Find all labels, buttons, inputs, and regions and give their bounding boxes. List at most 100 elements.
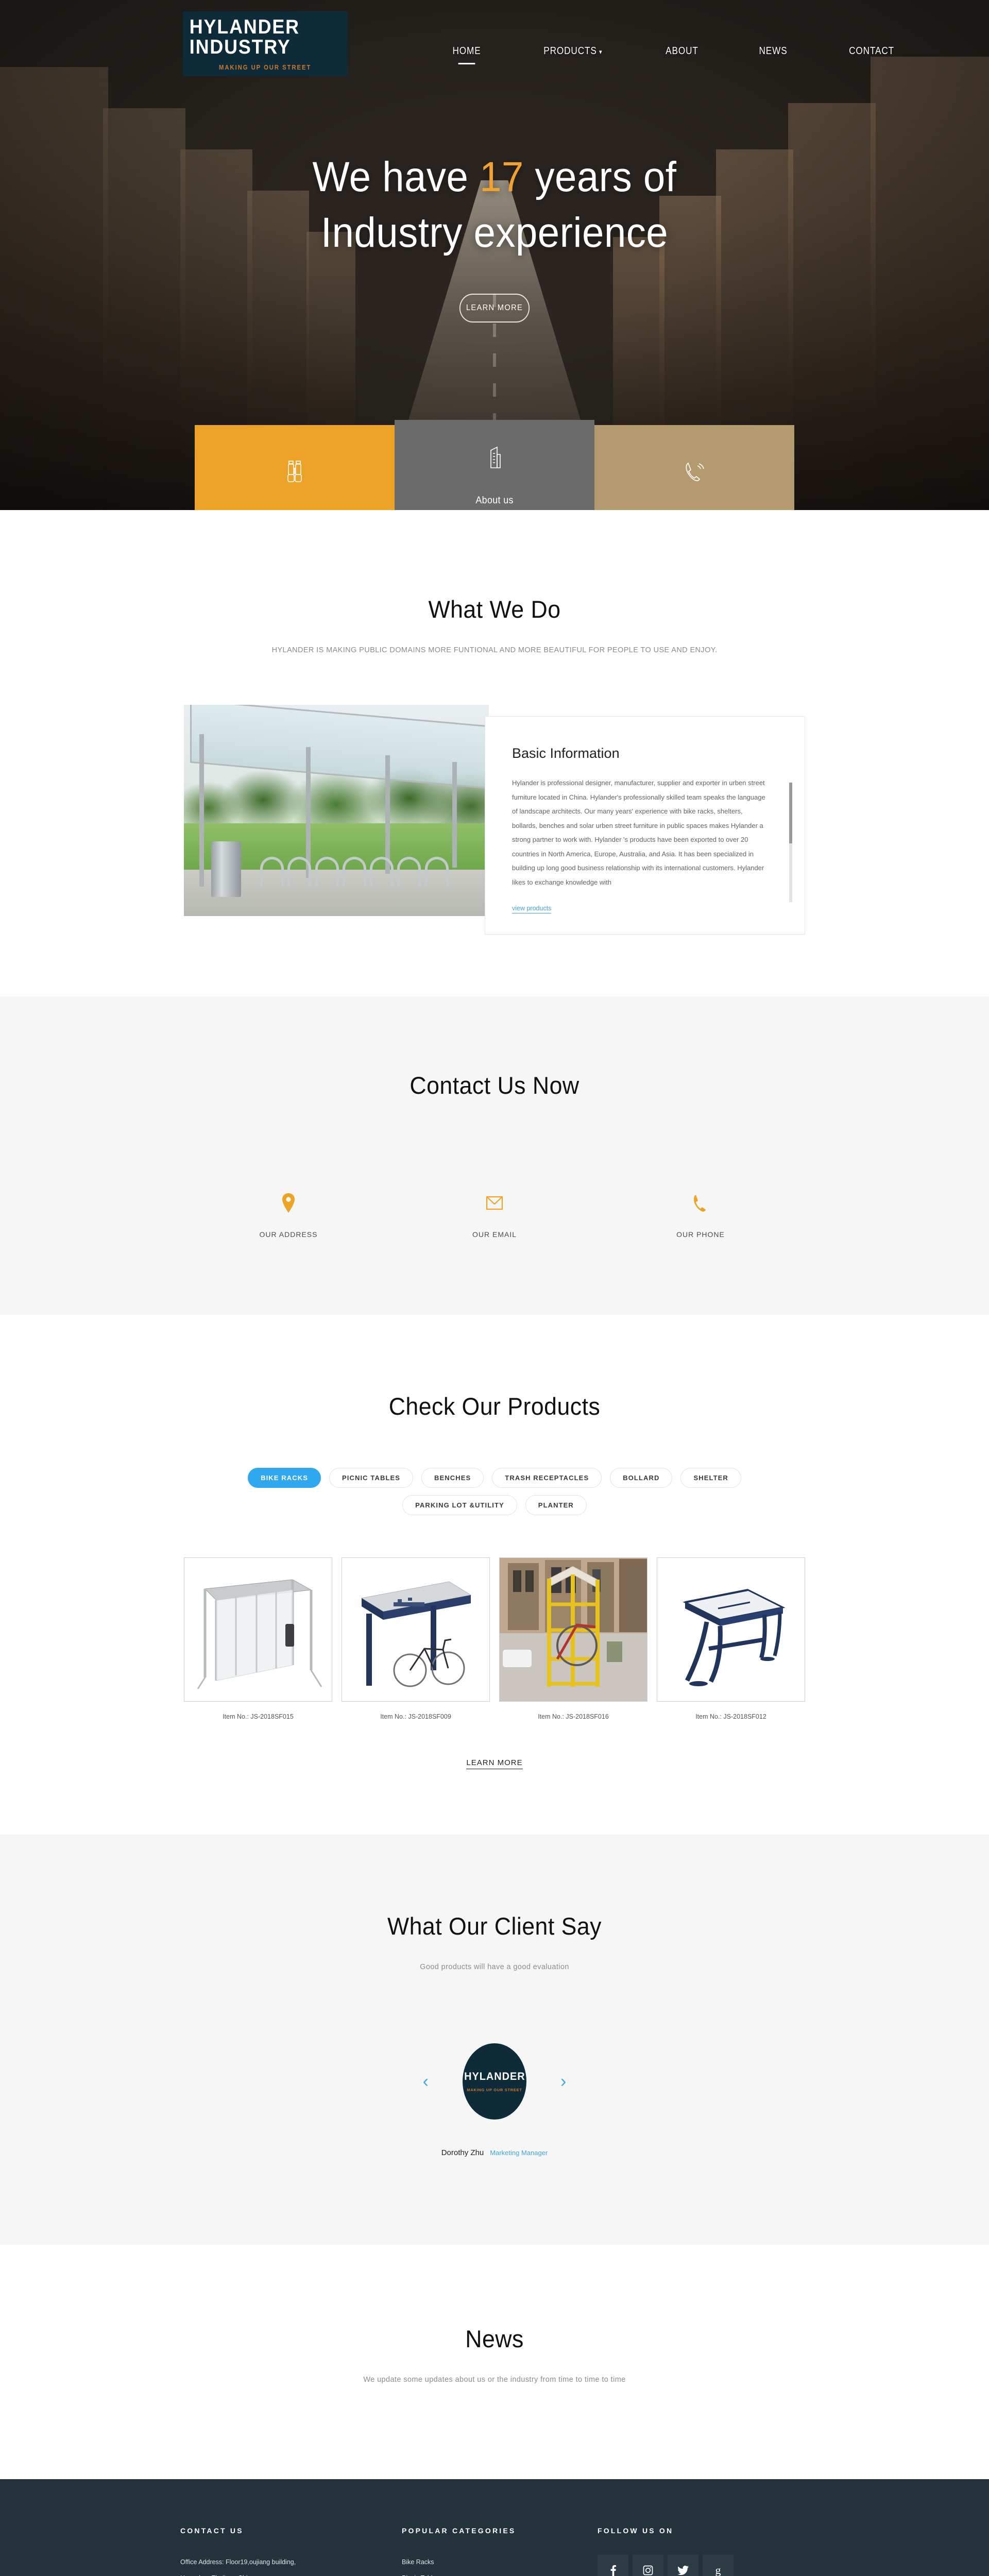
feature-card-title: About us [475,495,514,506]
product-category-tabs: BIKE RACKS PICNIC TABLES BENCHES TRASH R… [211,1468,778,1516]
section-title-contact-us-now: Contact Us Now [410,1072,579,1099]
basic-information-scrollbar[interactable] [789,783,792,902]
map-pin-icon [185,1192,391,1214]
product-card[interactable]: Item No.: JS-2018SF009 [342,1557,490,1720]
basic-information-title: Basic Information [512,745,620,761]
logo-tagline: MAKING UP OUR STREET [219,63,312,71]
hero-years-number: 17 [480,154,524,200]
logo-title: HYLANDER INDUSTRY [189,15,300,58]
what-we-do-section: What We Do HYLANDER IS MAKING PUBLIC DOM… [0,510,989,997]
site-logo[interactable]: HYLANDER INDUSTRY MAKING UP OUR STREET [183,11,348,76]
testimonial-carousel: ‹ HYLANDER MAKING UP OUR STREET › [0,2043,989,2120]
footer-social-column: FOLLOW US ON g ℘ [598,2527,809,2576]
contact-item-email[interactable]: OUR EMAIL [391,1192,598,1239]
nav-label-news: NEWS [759,45,788,57]
product-caption: Item No.: JS-2018SF009 [380,1713,451,1721]
basic-information-card: Basic Information Hylander is profession… [485,716,805,935]
tab-shelter[interactable]: SHELTER [680,1468,741,1488]
product-card[interactable]: Item No.: JS-2018SF016 [499,1557,647,1720]
what-we-do-content: Basic Information Hylander is profession… [182,705,808,935]
check-our-products-section: Check Our Products BIKE RACKS PICNIC TAB… [0,1315,989,1835]
tab-parking-lot-utility[interactable]: PARKING LOT &UTILITY [402,1495,517,1516]
product-card[interactable]: Item No.: JS-2018SF015 [184,1557,332,1720]
carousel-next-arrow[interactable]: › [560,2073,566,2090]
carousel-prev-arrow[interactable]: ‹ [423,2073,429,2090]
footer-address-line-2: Hangzhou,Zhejiang,China [180,2570,402,2576]
hero-section: HYLANDER INDUSTRY MAKING UP OUR STREET H… [0,0,989,510]
chevron-down-icon: ▾ [599,48,603,56]
hero-learn-more-button[interactable]: LEARN MORE [459,294,530,323]
footer-category-picnic-tables[interactable]: Picnic Tables [402,2570,598,2576]
section-subtitle-testimonial: Good products will have a good evaluatio… [420,1963,569,1972]
contact-item-phone[interactable]: OUR PHONE [598,1192,804,1239]
social-links: g ℘ [598,2554,752,2576]
feature-card-product-categories[interactable]: Product Categories → [195,425,395,510]
envelope-icon [391,1192,598,1214]
tab-bollard[interactable]: BOLLARD [610,1468,673,1488]
contact-item-address[interactable]: OUR ADDRESS [185,1192,391,1239]
homepage: HYLANDER INDUSTRY MAKING UP OUR STREET H… [0,0,989,2576]
view-products-link[interactable]: view products [512,905,552,914]
nav-item-about[interactable]: ABOUT [641,45,722,57]
section-title-news: News [465,2325,524,2353]
nav-label-contact: CONTACT [848,45,894,57]
footer-contact-column: CONTACT US Office Address: Floor19,oujia… [180,2527,402,2576]
footer-categories-heading: POPULAR CATEGORIES [402,2527,516,2535]
twitter-icon[interactable] [668,2554,698,2576]
binoculars-icon [284,459,305,485]
hero-line1-pre: We have [312,154,480,200]
tab-bike-racks[interactable]: BIKE RACKS [248,1468,321,1488]
hero-line2: Industry experience [320,209,669,257]
section-title-what-we-do: What We Do [428,596,561,623]
google-plus-icon[interactable]: g [703,2554,734,2576]
nav-item-home[interactable]: HOME [429,45,505,57]
facebook-icon[interactable] [598,2554,628,2576]
testimonial-section: What Our Client Say Good products will h… [0,1835,989,2245]
product-card[interactable]: Item No.: JS-2018SF012 [657,1557,805,1720]
basic-information-body: Hylander is professional designer, manuf… [512,779,765,886]
product-caption: Item No.: JS-2018SF015 [223,1713,294,1721]
testimonial-avatar: HYLANDER MAKING UP OUR STREET [463,2043,526,2120]
product-image-bike-shelter-glass [184,1557,332,1702]
tab-benches[interactable]: BENCHES [421,1468,484,1488]
tab-planter[interactable]: PLANTER [525,1495,587,1516]
tab-trash-receptacles[interactable]: TRASH RECEPTACLES [492,1468,602,1488]
nav-label-home: HOME [452,45,481,57]
phone-ring-icon [684,459,705,485]
section-subtitle-what-we-do: HYLANDER IS MAKING PUBLIC DOMAINS MORE F… [271,646,718,654]
products-learn-more: LEARN MORE [0,1758,989,1770]
footer-contact-heading: CONTACT US [180,2527,244,2535]
site-footer: CONTACT US Office Address: Floor19,oujia… [0,2479,989,2576]
testimonial-author-name: Dorothy Zhu [441,2148,484,2158]
hero-copy: We have 17 years of Industry experience … [0,149,989,323]
phone-icon [598,1192,804,1214]
nav-item-news[interactable]: NEWS [735,45,811,57]
nav-item-contact[interactable]: CONTACT [825,45,918,57]
nav-item-products[interactable]: PRODUCTS ▾ [520,45,626,57]
bike-shelter-photo [184,705,489,916]
product-image-bike-rack-yellow [499,1557,647,1702]
contact-us-now-section: Contact Us Now OUR ADDRESS OUR EMAIL OUR… [0,996,989,1315]
products-learn-more-button[interactable]: LEARN MORE [466,1758,523,1770]
footer-category-bike-racks[interactable]: Bike Racks [402,2554,598,2570]
nav-label-products: PRODUCTS [543,45,597,57]
product-caption: Item No.: JS-2018SF012 [695,1713,766,1721]
product-image-bike-shelter-arch [657,1557,805,1702]
instagram-icon[interactable] [633,2554,663,2576]
product-image-bike-shelter-navy [342,1557,490,1702]
footer-follow-heading: FOLLOW US ON [598,2527,674,2535]
tab-picnic-tables[interactable]: PICNIC TABLES [329,1468,414,1488]
feature-card-about-us[interactable]: About us → [395,420,594,510]
contact-label-phone: OUR PHONE [676,1230,725,1239]
nav-label-about: ABOUT [665,45,698,57]
news-section: News We update some updates about us or … [0,2245,989,2480]
feature-cards: Product Categories → About us → [0,420,989,510]
site-header: HYLANDER INDUSTRY MAKING UP OUR STREET H… [0,0,989,93]
main-navigation: HOME PRODUCTS ▾ ABOUT NEWS CONTACT [422,45,926,57]
avatar-logo-title: HYLANDER [464,2071,525,2083]
section-title-what-our-client-say: What Our Client Say [387,1912,602,1940]
feature-card-contact-now[interactable]: Contact Now → [594,425,794,510]
hero-headline: We have 17 years of Industry experience [35,149,954,261]
product-caption: Item No.: JS-2018SF016 [538,1713,609,1721]
contact-label-address: OUR ADDRESS [259,1230,318,1239]
